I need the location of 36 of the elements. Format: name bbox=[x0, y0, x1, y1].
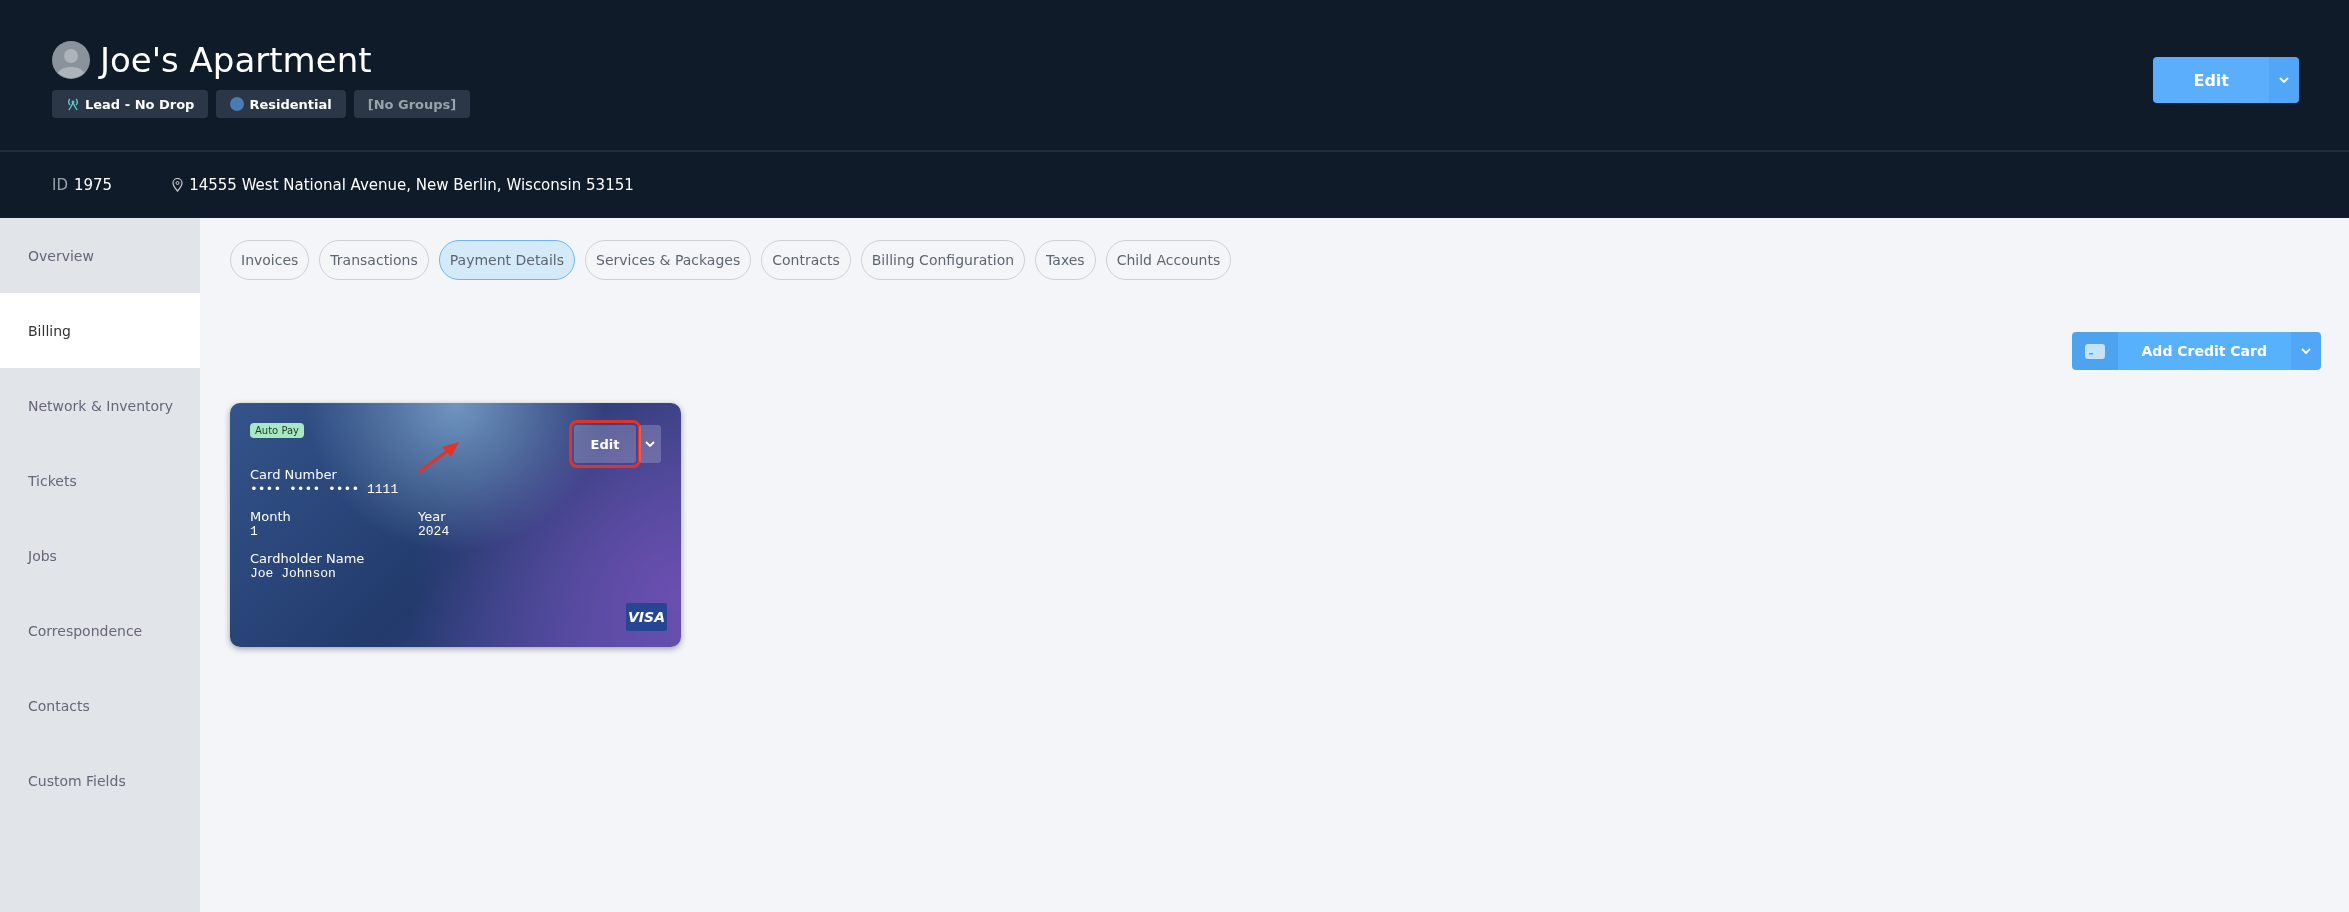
sidebar-item[interactable]: Contacts bbox=[0, 668, 200, 743]
caret-icon bbox=[2279, 76, 2289, 84]
account-tag: Residential bbox=[216, 90, 346, 118]
account-title: Joe's Apartment bbox=[100, 40, 372, 80]
sidebar-item[interactable]: Overview bbox=[0, 218, 200, 293]
card-number: •••• •••• •••• 1111 bbox=[250, 482, 400, 497]
account-tag: Lead - No Drop bbox=[52, 90, 209, 118]
caret-icon bbox=[645, 440, 655, 448]
antenna-icon bbox=[66, 97, 80, 111]
card-brand-logo: VISA bbox=[626, 603, 667, 631]
expiry-year: 2024 bbox=[418, 524, 451, 539]
expiry-month: 1 bbox=[250, 524, 259, 539]
credit-card-button[interactable] bbox=[2071, 332, 2118, 370]
sidebar-item[interactable]: Tickets bbox=[0, 443, 200, 518]
account-tag: [No Groups] bbox=[353, 90, 471, 118]
sidebar-item[interactable]: Jobs bbox=[0, 518, 200, 593]
sidebar-item[interactable]: Custom Fields bbox=[0, 743, 200, 818]
annotation-arrow bbox=[418, 441, 460, 473]
add-card-menu-button[interactable] bbox=[2291, 332, 2321, 370]
caret-icon bbox=[2301, 347, 2311, 355]
card-number-label: Card Number bbox=[250, 467, 338, 482]
avatar-icon bbox=[52, 41, 90, 79]
month-label: Month bbox=[250, 509, 292, 524]
auto-pay-badge: Auto Pay bbox=[250, 423, 305, 438]
cardholder-label: Cardholder Name bbox=[250, 551, 366, 566]
year-label: Year bbox=[418, 509, 447, 524]
cardholder-name: Joe Johnson bbox=[250, 566, 337, 581]
location-pin-icon bbox=[172, 178, 184, 192]
sidebar-item[interactable]: Billing bbox=[0, 293, 200, 368]
account-id: ID 1975 bbox=[52, 176, 113, 194]
sidebar-item[interactable]: Correspondence bbox=[0, 593, 200, 668]
account-address: 14555 West National Avenue, New Berlin, Wisconsin 53151 bbox=[189, 176, 634, 194]
credit-card-icon bbox=[2084, 343, 2105, 359]
sidebar-item[interactable]: Network & Inventory bbox=[0, 368, 200, 443]
card-menu-button[interactable] bbox=[639, 425, 661, 463]
billing-tab[interactable]: Payment Details bbox=[438, 240, 576, 280]
